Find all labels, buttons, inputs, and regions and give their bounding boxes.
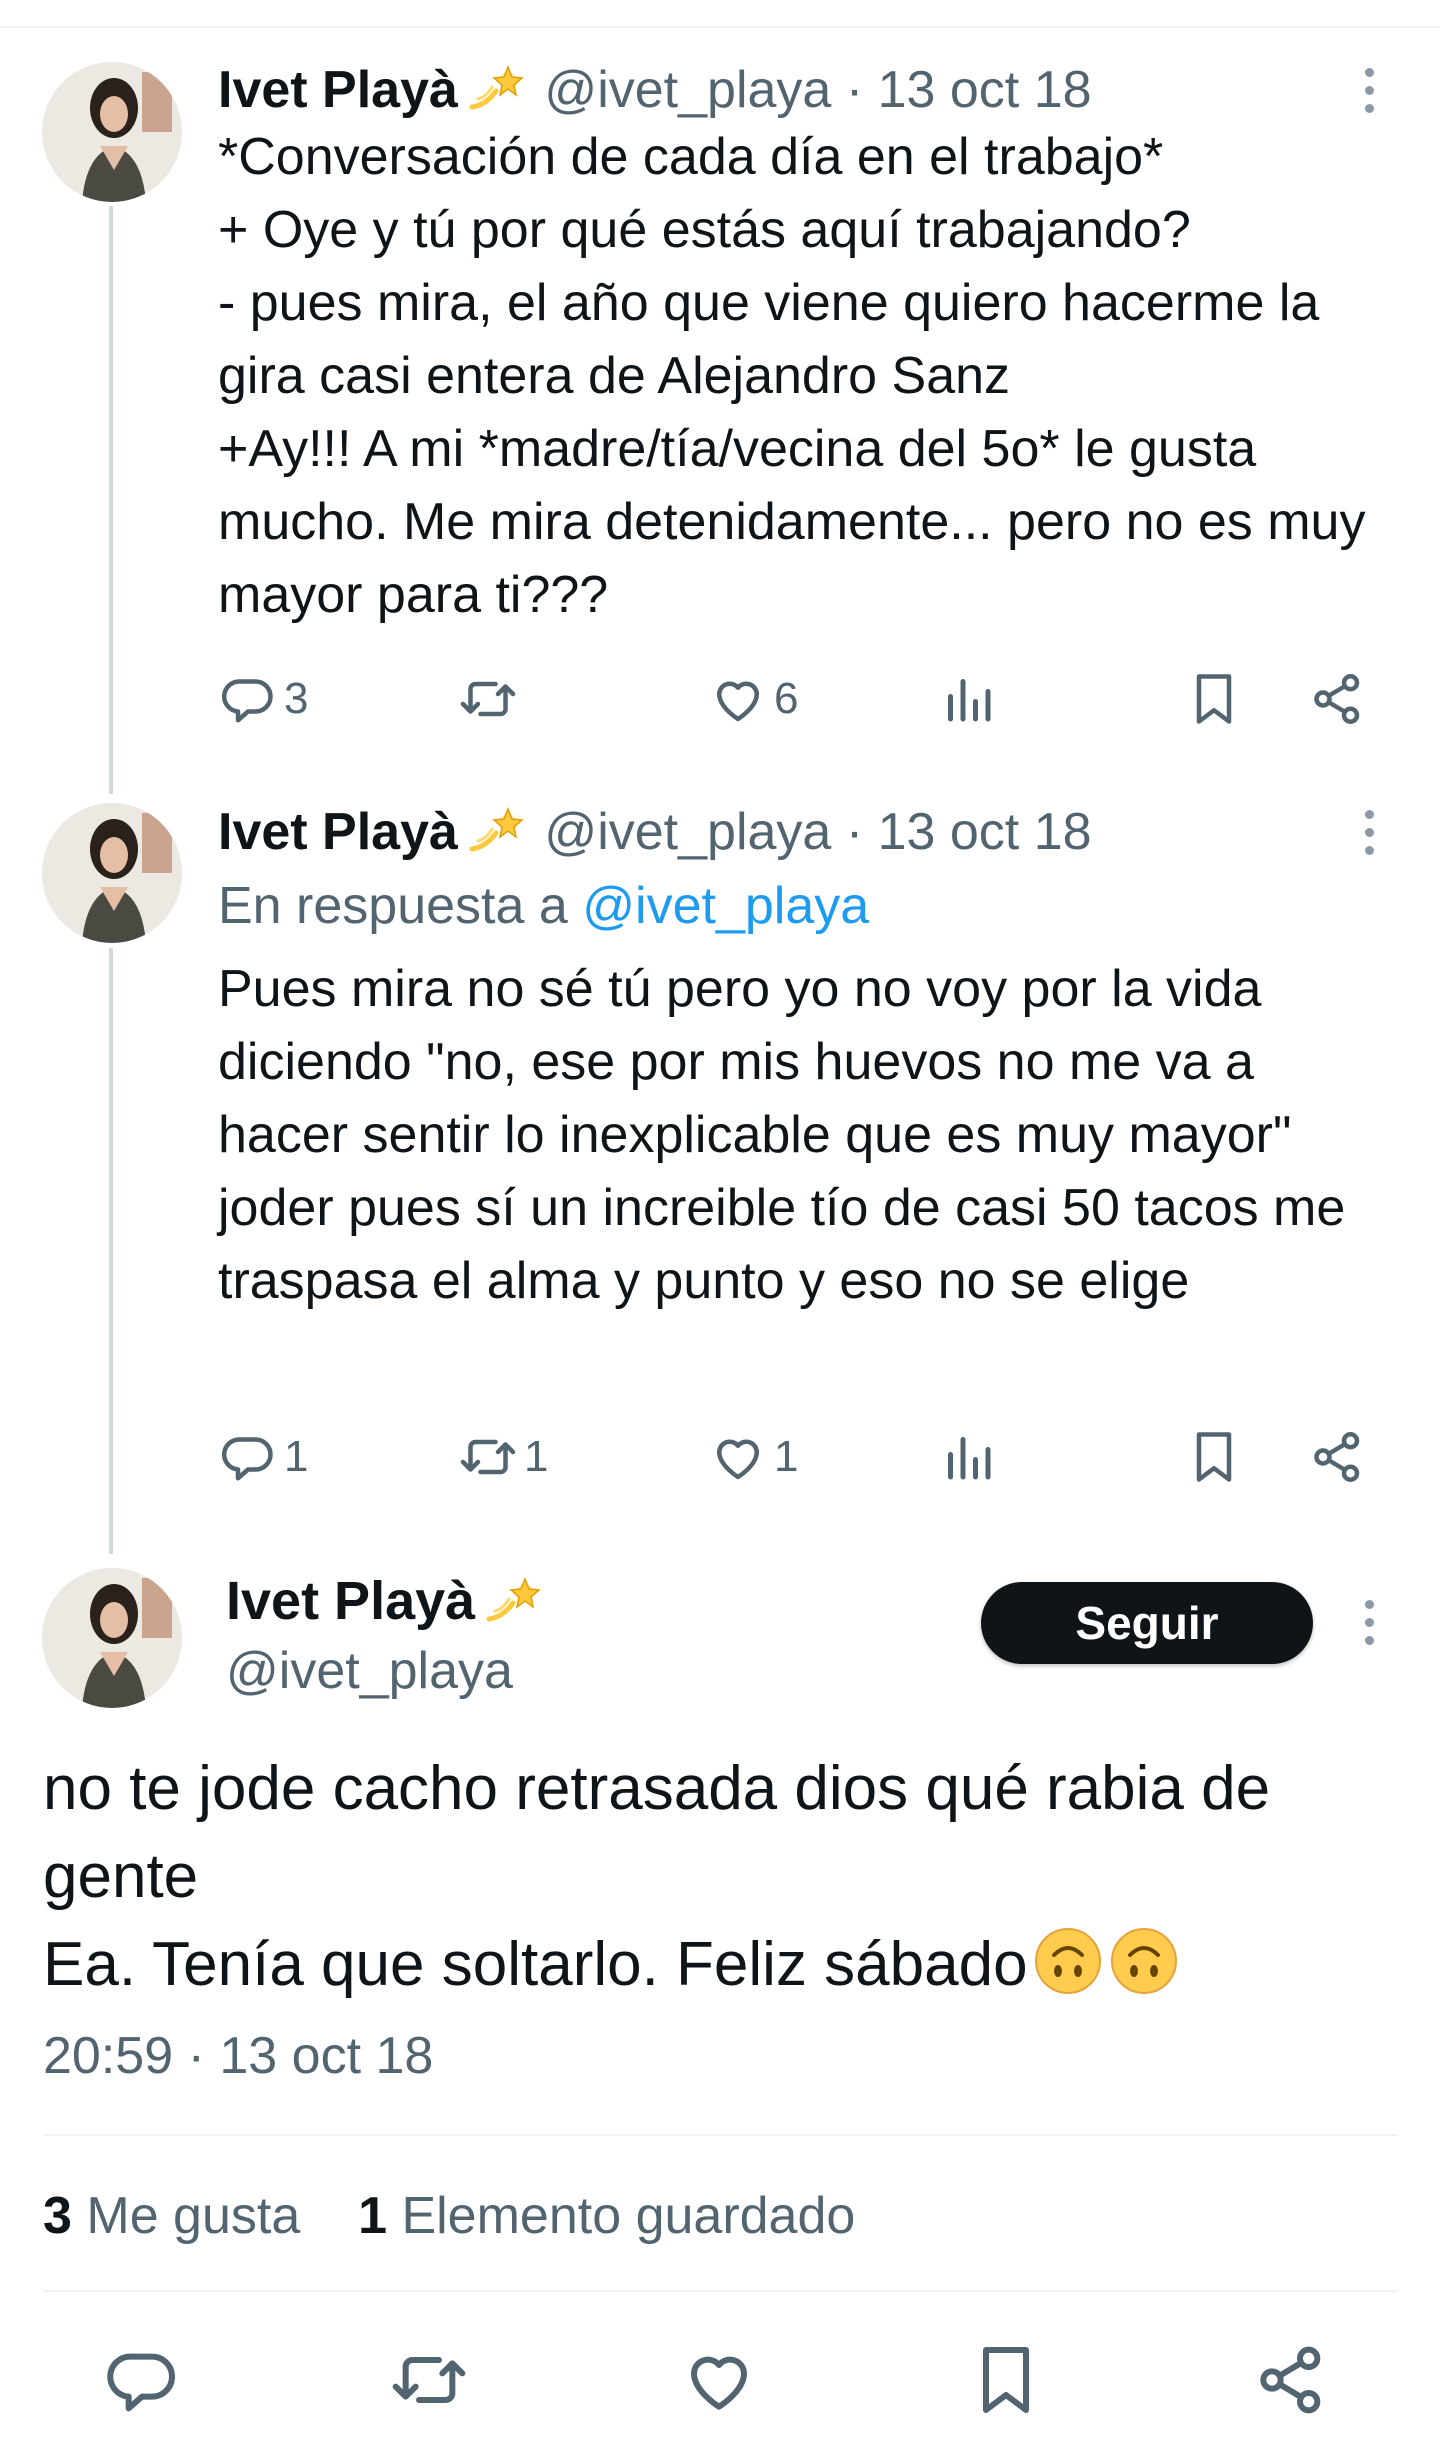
heart-icon (717, 681, 759, 722)
bookmark-button[interactable] (966, 2340, 1046, 2420)
tweet-date[interactable]: 13 oct 18 (878, 803, 1092, 861)
likes-stat[interactable]: 3 Me gusta (43, 2187, 300, 2245)
tweet-text: Pues mira no sé tú pero yo no voy por la… (218, 960, 1346, 1310)
share-icon (1314, 674, 1360, 724)
avatar[interactable] (42, 1568, 182, 1708)
upside-down-face-emoji-icon (1108, 1925, 1180, 1997)
share-button[interactable] (1252, 2340, 1332, 2420)
saved-count: 1 (358, 2187, 387, 2245)
tweet-header: Ivet Playà @ivet_playa · 13 oct 18 (218, 802, 1092, 862)
saved-stat[interactable]: 1 Elemento guardado (358, 2187, 855, 2245)
user-handle[interactable]: @ivet_playa (544, 803, 831, 861)
display-name[interactable]: Ivet Playà (218, 61, 458, 119)
heart-icon (717, 1439, 759, 1480)
more-options-icon[interactable] (1362, 808, 1376, 858)
like-count: 1 (774, 1432, 799, 1481)
divider (43, 2290, 1398, 2292)
tweet-actions: 1 1 1 (218, 1422, 1378, 1492)
reply-handle-link[interactable]: @ivet_playa (582, 877, 869, 935)
focused-tweet-actions (0, 2340, 1440, 2420)
avatar-photo (42, 1568, 182, 1708)
tweet-date: 13 oct 18 (219, 2027, 434, 2085)
share-icon (1314, 1432, 1360, 1482)
retweet-icon (460, 681, 516, 717)
like-button[interactable]: 1 (708, 1422, 798, 1492)
separator-dot: · (845, 803, 864, 861)
analytics-icon (948, 679, 991, 722)
top-divider (0, 26, 1440, 28)
reply-button[interactable]: 1 (218, 1422, 308, 1492)
tweet-header: Ivet Playà @ivet_playa · 13 oct 18 (218, 60, 1092, 120)
bookmark-icon (1196, 674, 1232, 724)
avatar-photo (42, 62, 182, 202)
display-name-text: Ivet Playà (226, 1571, 476, 1631)
display-name[interactable]: Ivet Playà (226, 1570, 547, 1632)
more-options-icon[interactable] (1362, 1598, 1376, 1648)
sparkle-icon (468, 61, 524, 113)
upside-down-face-emoji-icon (1032, 1925, 1104, 1997)
user-handle[interactable]: @ivet_playa (226, 1641, 513, 1701)
bookmark-icon (983, 2347, 1029, 2413)
reply-context: En respuesta a @ivet_playa (218, 876, 869, 936)
engagement-stats: 3 Me gusta 1 Elemento guardado (43, 2186, 855, 2246)
avatar[interactable] (42, 62, 182, 202)
likes-label: Me gusta (86, 2187, 301, 2245)
reply-count: 3 (284, 674, 309, 723)
avatar[interactable] (42, 803, 182, 943)
tweet-actions: 3 6 (218, 664, 1378, 734)
retweet-icon (460, 1439, 516, 1475)
retweet-button[interactable] (389, 2340, 469, 2420)
like-count: 6 (774, 674, 799, 723)
tweet-timestamp[interactable]: 20:59 · 13 oct 18 (43, 2026, 433, 2086)
likes-count: 3 (43, 2187, 72, 2245)
sparkle-icon (485, 1573, 541, 1625)
bookmark-button[interactable] (1184, 1422, 1244, 1492)
more-options-icon[interactable] (1362, 66, 1376, 116)
bookmark-icon (1196, 1432, 1232, 1482)
reply-count: 1 (284, 1432, 309, 1481)
sparkle-icon (468, 803, 524, 855)
separator-dot: · (845, 61, 864, 119)
avatar-photo (42, 803, 182, 943)
saved-label: Elemento guardado (401, 2187, 856, 2245)
heart-icon (691, 2356, 747, 2410)
tweet-date[interactable]: 13 oct 18 (878, 61, 1092, 119)
share-button[interactable] (1308, 664, 1368, 734)
tweet-text: no te jode cacho retrasada dios qué rabi… (43, 1745, 1403, 2009)
thread-connector (109, 206, 113, 794)
user-handle[interactable]: @ivet_playa (544, 61, 831, 119)
reply-button[interactable]: 3 (218, 664, 308, 734)
thread-connector (109, 948, 113, 1554)
bookmark-button[interactable] (1184, 664, 1244, 734)
share-icon (1260, 2346, 1321, 2414)
reply-icon (221, 679, 273, 723)
tweet-time: 20:59 (43, 2027, 174, 2085)
views-button[interactable] (938, 664, 998, 734)
display-name[interactable]: Ivet Playà (218, 803, 458, 861)
reply-button[interactable] (102, 2340, 182, 2420)
divider (43, 2134, 1398, 2136)
retweet-icon (392, 2357, 466, 2403)
like-button[interactable]: 6 (708, 664, 798, 734)
share-button[interactable] (1308, 1422, 1368, 1492)
retweet-button[interactable]: 1 (458, 1422, 548, 1492)
reply-icon (107, 2353, 175, 2412)
retweet-button[interactable] (458, 664, 524, 734)
analytics-icon (948, 1437, 991, 1480)
tweet-text: *Conversación de cada día en el trabajo*… (218, 128, 1366, 624)
follow-button[interactable]: Seguir (981, 1582, 1313, 1664)
reply-icon (221, 1437, 273, 1481)
reply-prefix: En respuesta a (218, 877, 568, 935)
separator-dot: · (187, 2027, 205, 2085)
views-button[interactable] (938, 1422, 998, 1492)
like-button[interactable] (679, 2340, 759, 2420)
retweet-count: 1 (524, 1432, 549, 1481)
